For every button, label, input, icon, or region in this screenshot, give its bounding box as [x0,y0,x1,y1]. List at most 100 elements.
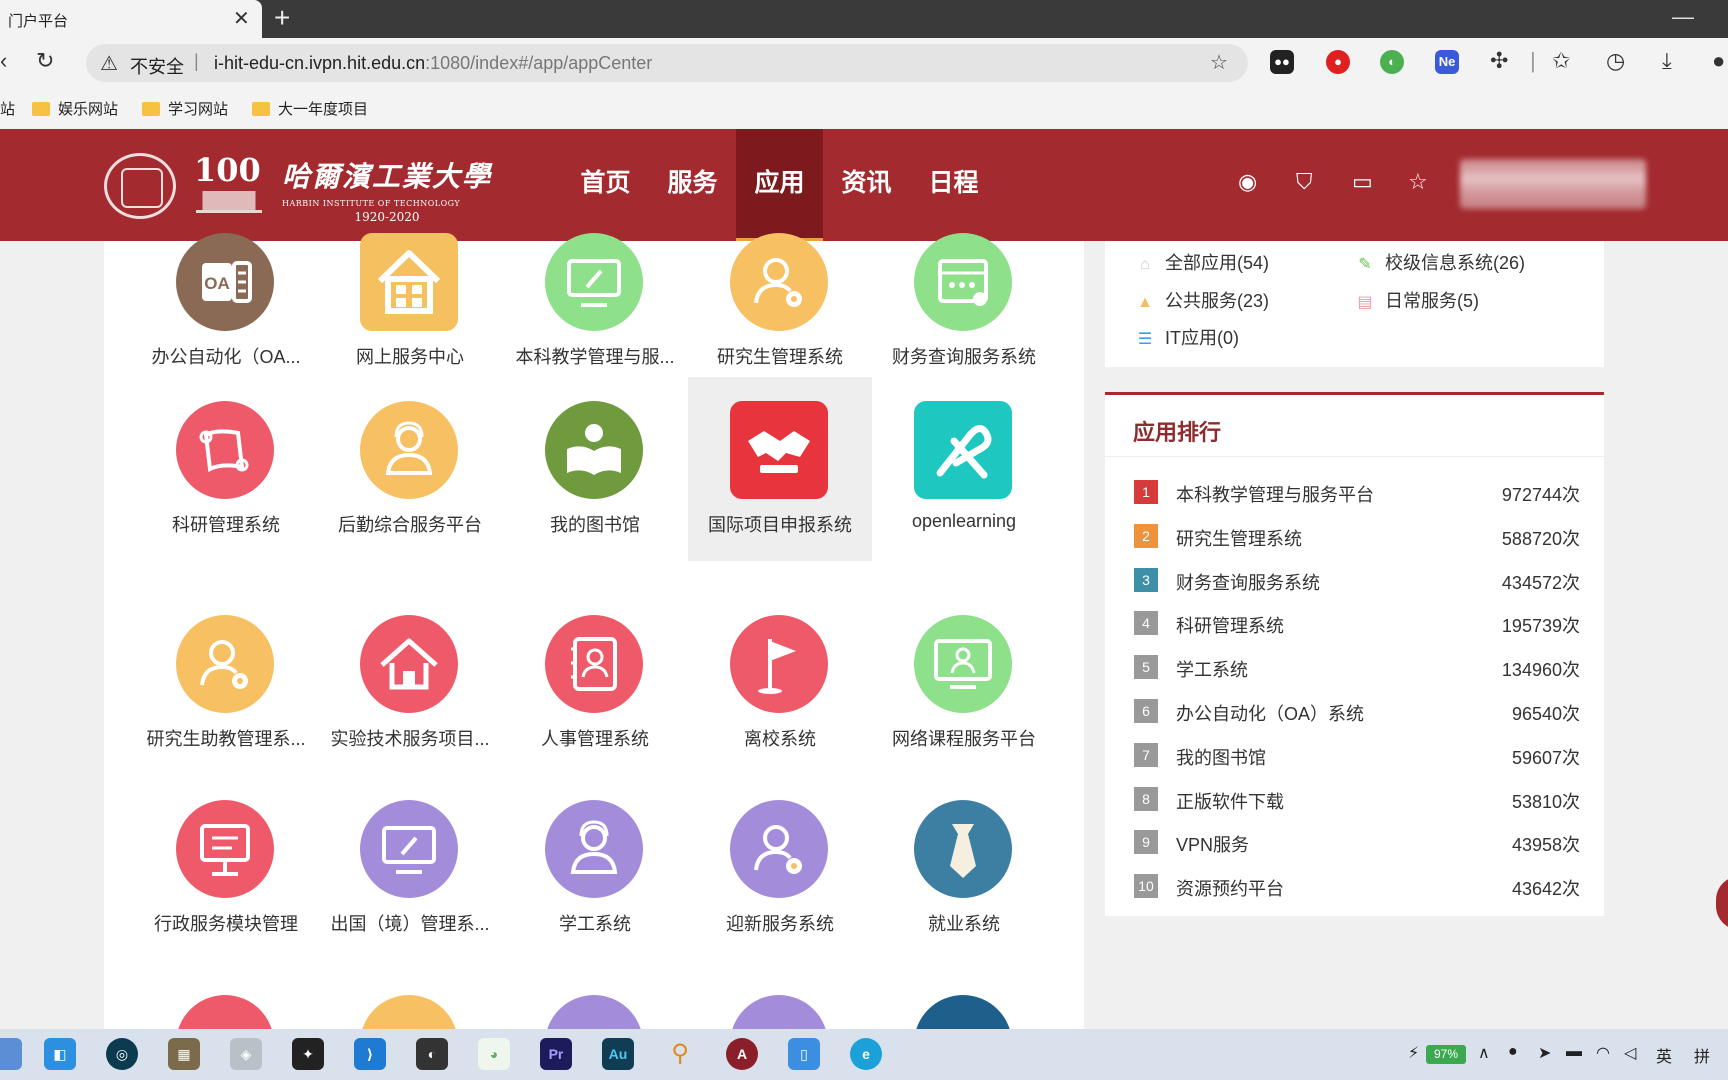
taskbar-app-icon[interactable] [0,1038,22,1070]
ranking-row[interactable]: 6 办公自动化（OA）系统 96540次 [1134,698,1580,724]
app-tile[interactable]: 网络课程服务平台 [872,601,1056,785]
house-outline-icon [360,615,458,713]
robot-icon[interactable]: ◉ [1238,169,1257,195]
battery-icon[interactable]: ▬ [1566,1043,1582,1061]
ranking-row[interactable]: 8 正版软件下载 53810次 [1134,786,1580,812]
chevron-up-icon[interactable]: ∧ [1478,1043,1490,1063]
audition-icon[interactable]: Au [602,1038,634,1070]
app-tile[interactable]: 迎新服务系统 [688,786,872,970]
taskbar-app-icon[interactable]: ✦ [292,1038,324,1070]
ime-mode[interactable]: 拼 [1694,1043,1710,1067]
ranking-row[interactable]: 3 财务查询服务系统 434572次 [1134,567,1580,593]
rank-badge: 9 [1134,830,1158,855]
user-info-blurred[interactable] [1460,159,1646,209]
extension-icon-2[interactable]: ● [1326,50,1350,74]
taskbar-app-icon[interactable]: ▦ [168,1038,200,1070]
app-tile[interactable]: openlearning [872,377,1056,561]
bookmark-item[interactable]: 站 [0,98,15,119]
extension-icon-3[interactable]: ◐ [1380,50,1404,74]
search-icon[interactable]: ⚲ [664,1038,696,1070]
volume-icon[interactable]: ◁ [1624,1043,1636,1063]
app-tile-partial[interactable] [318,971,502,1029]
nav-services[interactable]: 服务 [649,129,736,241]
taskbar-app-icon[interactable]: A [726,1038,758,1070]
app-tile[interactable]: 行政服务模块管理 [134,786,318,970]
app-tile[interactable]: 就业系统 [872,786,1056,970]
history-icon[interactable]: ◷ [1606,48,1625,74]
category-it-apps[interactable]: ☰ IT应用(0) [1133,324,1239,350]
ranking-row[interactable]: 4 科研管理系统 195739次 [1134,610,1580,636]
app-tile-partial[interactable] [503,971,687,1029]
pin-icon[interactable]: ➤ [1538,1043,1551,1063]
favorites-icon[interactable]: ✩ [1552,48,1570,74]
star-icon[interactable]: ☆ [1408,169,1428,195]
app-tile-partial[interactable] [872,971,1056,1029]
app-tile[interactable]: 学工系统 [503,786,687,970]
profile-icon[interactable]: ● [1712,48,1725,74]
folder-icon [252,102,270,116]
category-public-services[interactable]: ▲ 公共服务(23) [1133,287,1269,313]
nav-home[interactable]: 首页 [562,129,649,241]
downloads-icon[interactable]: ⤓ [1662,48,1672,74]
category-school-systems[interactable]: ✎ 校级信息系统(26) [1353,249,1525,275]
monitor-icon[interactable]: ▭ [1352,169,1373,195]
app-tile[interactable]: 后勤综合服务平台 [318,377,502,561]
nav-news[interactable]: 资讯 [823,129,910,241]
ranking-row[interactable]: 1 本科教学管理与服务平台 972744次 [1134,479,1580,505]
app-tile[interactable]: 人事管理系统 [503,601,687,785]
battery-indicator[interactable]: 97% [1426,1045,1466,1064]
new-tab-button[interactable]: + [274,2,290,34]
edge-icon[interactable]: e [850,1038,882,1070]
category-all[interactable]: ⌂ 全部应用(54) [1133,249,1269,275]
minimize-window-icon[interactable]: — [1672,4,1694,30]
nav-apps[interactable]: 应用 [736,129,823,241]
address-url[interactable]: i-hit-edu-cn.ivpn.hit.edu.cn:1080/index#… [214,53,652,74]
extension-icon-4[interactable]: Ne [1435,50,1459,74]
tshirt-icon[interactable]: ⛉ [1296,169,1313,195]
app-tile[interactable]: 我的图书馆 [503,377,687,561]
taskbar-app-icon[interactable]: ◐ [416,1038,448,1070]
add-favorite-icon[interactable]: ☆ [1210,50,1228,75]
taskbar-app-icon[interactable]: ◎ [106,1038,138,1070]
insecure-label[interactable]: 不安全 [130,53,184,79]
vscode-icon[interactable]: ⟩ [354,1038,386,1070]
ranking-row[interactable]: 9 VPN服务 43958次 [1134,829,1580,855]
browser-tab[interactable]: 门户平台 ✕ [0,0,262,38]
nav-schedule[interactable]: 日程 [910,129,997,241]
taskbar-app-icon[interactable]: ◈ [230,1038,262,1070]
ranking-row[interactable]: 7 我的图书馆 59607次 [1134,742,1580,768]
tab-close-icon[interactable]: ✕ [233,6,250,31]
ranking-row[interactable]: 10 资源预约平台 43642次 [1134,873,1580,899]
back-icon[interactable]: ‹ [0,48,7,74]
rank-count: 59607次 [1511,747,1580,768]
app-tile[interactable]: 科研管理系统 [134,377,318,561]
taskbar-app-icon[interactable]: ▯ [788,1038,820,1070]
ranking-row[interactable]: 5 学工系统 134960次 [1134,654,1580,680]
app-tile[interactable]: 离校系统 [688,601,872,785]
wifi-icon[interactable]: ◠ [1596,1043,1610,1063]
hit-seal-logo-icon [104,153,176,219]
app-tile[interactable]: 实验技术服务项目... [318,601,502,785]
microphone-icon[interactable]: ● [1508,1043,1518,1061]
extensions-puzzle-icon[interactable]: ✣ [1490,48,1508,74]
app-tile[interactable]: 国际项目申报系统 [688,377,872,561]
app-tile-partial[interactable] [688,971,872,1029]
address-bar[interactable]: ⚠ 不安全 | i-hit-edu-cn.ivpn.hit.edu.cn:108… [86,44,1248,82]
extension-icon-1[interactable]: ●● [1270,50,1294,74]
taskbar-app-icon[interactable]: ◧ [44,1038,76,1070]
app-tile[interactable]: 研究生助教管理系... [134,601,318,785]
warning-icon: ⚠ [100,53,118,75]
premiere-icon[interactable]: Pr [540,1038,572,1070]
reload-icon[interactable]: ↻ [36,48,54,74]
category-daily-services[interactable]: ▤ 日常服务(5) [1353,287,1479,313]
app-tile-partial[interactable] [134,971,318,1029]
ranking-row[interactable]: 2 研究生管理系统 588720次 [1134,523,1580,549]
bookmark-folder[interactable]: 大一年度项目 [252,98,368,119]
ime-language[interactable]: 英 [1656,1043,1672,1067]
app-tile[interactable]: 出国（境）管理系... [318,786,502,970]
bookmark-folder[interactable]: 娱乐网站 [32,98,118,119]
tab-title: 门户平台 [8,13,69,30]
bookmark-folder[interactable]: 学习网站 [142,98,228,119]
monitor-pen-icon [545,233,643,331]
taskbar-app-icon[interactable]: ◕ [478,1038,510,1070]
